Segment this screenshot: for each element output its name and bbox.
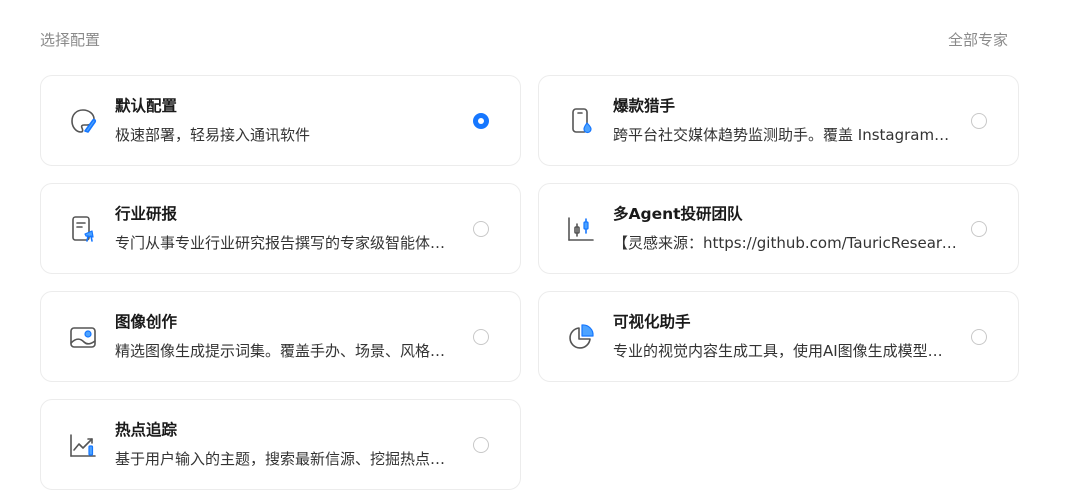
card-description: 跨平台社交媒体趋势监测助手。覆盖 Instagram… [613,126,950,144]
radio-unselected[interactable] [971,220,987,237]
config-card-image-creation[interactable]: 图像创作 精选图像生成提示词集。覆盖手办、场景、风格… [40,291,521,382]
card-text: 多Agent投研团队 【灵感来源：https://github.com/Taur… [613,204,958,253]
config-grid: 默认配置 极速部署，轻易接入通讯软件 爆款猎手 跨平台社交媒体趋势监测助手。覆盖… [40,75,1019,490]
card-description: 专门从事专业行业研究报告撰写的专家级智能体… [115,234,446,252]
report-icon [67,213,99,245]
card-description: 精选图像生成提示词集。覆盖手办、场景、风格… [115,342,446,360]
config-card-trend-tracking[interactable]: 热点追踪 基于用户输入的主题，搜索最新信源、挖掘热点… [40,399,521,490]
config-card-viral-hunter[interactable]: 爆款猎手 跨平台社交媒体趋势监测助手。覆盖 Instagram… [538,75,1019,166]
card-title: 默认配置 [115,97,178,115]
trend-icon [67,429,99,461]
header: 选择配置 全部专家 [40,28,1008,50]
radio-unselected[interactable] [473,220,489,237]
radio-unselected[interactable] [473,328,489,345]
card-text: 可视化助手 专业的视觉内容生成工具，使用AI图像生成模型… [613,312,958,361]
palette-icon [67,105,99,137]
card-title: 行业研报 [115,205,178,223]
radio-unselected[interactable] [971,112,987,129]
image-icon [67,321,99,353]
config-card-visualization[interactable]: 可视化助手 专业的视觉内容生成工具，使用AI图像生成模型… [538,291,1019,382]
phone-icon [565,105,597,137]
radio-unselected[interactable] [473,436,489,453]
radio-selected[interactable] [473,112,489,129]
card-title: 可视化助手 [613,313,691,331]
card-description: 【灵感来源：https://github.com/TauricResearch】 [613,234,958,252]
all-experts-link[interactable]: 全部专家 [948,29,1008,50]
card-text: 爆款猎手 跨平台社交媒体趋势监测助手。覆盖 Instagram… [613,96,958,145]
config-card-industry-report[interactable]: 行业研报 专门从事专业行业研究报告撰写的专家级智能体… [40,183,521,274]
card-title: 热点追踪 [115,421,178,439]
card-text: 图像创作 精选图像生成提示词集。覆盖手办、场景、风格… [115,312,460,361]
card-title: 图像创作 [115,313,178,331]
section-title: 选择配置 [40,30,101,49]
pie-chart-icon [565,321,597,353]
card-title: 爆款猎手 [613,97,676,115]
card-title: 多Agent投研团队 [613,205,743,223]
card-description: 专业的视觉内容生成工具，使用AI图像生成模型… [613,342,943,360]
config-card-default[interactable]: 默认配置 极速部署，轻易接入通讯软件 [40,75,521,166]
card-description: 极速部署，轻易接入通讯软件 [115,126,311,144]
card-text: 行业研报 专门从事专业行业研究报告撰写的专家级智能体… [115,204,460,253]
candlestick-icon [565,213,597,245]
card-text: 默认配置 极速部署，轻易接入通讯软件 [115,96,460,145]
card-text: 热点追踪 基于用户输入的主题，搜索最新信源、挖掘热点… [115,420,460,469]
config-card-multi-agent-team[interactable]: 多Agent投研团队 【灵感来源：https://github.com/Taur… [538,183,1019,274]
card-description: 基于用户输入的主题，搜索最新信源、挖掘热点… [115,450,446,468]
radio-unselected[interactable] [971,328,987,345]
